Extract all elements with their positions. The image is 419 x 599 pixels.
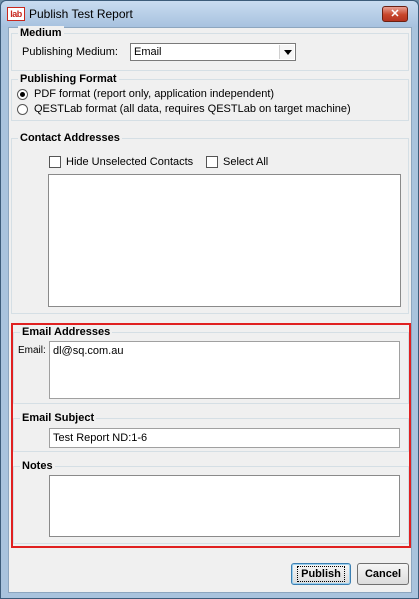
medium-legend: Medium <box>18 26 64 40</box>
publish-button[interactable]: Publish <box>291 563 351 585</box>
pdf-format-radio[interactable] <box>17 89 28 100</box>
dropdown-arrow-icon[interactable] <box>279 45 294 59</box>
close-x-icon: ✕ <box>390 8 400 20</box>
qestlab-format-radio[interactable] <box>17 104 28 115</box>
select-all-checkbox[interactable] <box>206 156 218 168</box>
cancel-button-label: Cancel <box>364 568 402 580</box>
publish-test-report-window: lab Publish Test Report ✕ Medium Publish… <box>0 0 419 599</box>
highlight-annotation-box <box>11 323 411 548</box>
dialog-body: Medium Publishing Medium: Email Publishi… <box>8 26 412 593</box>
publish-button-label: Publish <box>297 566 345 582</box>
publishing-medium-label: Publishing Medium: <box>22 46 118 58</box>
contact-addresses-group: Contact Addresses Hide Unselected Contac… <box>11 131 409 314</box>
publishing-format-group: Publishing Format PDF format (report onl… <box>11 72 409 121</box>
cancel-button[interactable]: Cancel <box>357 563 409 585</box>
contact-addresses-legend: Contact Addresses <box>18 131 122 145</box>
publishing-medium-value: Email <box>134 46 162 58</box>
medium-group: Medium Publishing Medium: Email <box>11 26 409 71</box>
window-title: Publish Test Report <box>29 7 133 21</box>
contacts-list[interactable] <box>48 174 401 307</box>
hide-unselected-checkbox[interactable] <box>49 156 61 168</box>
title-bar[interactable]: lab Publish Test Report ✕ <box>1 1 418 27</box>
pdf-format-label[interactable]: PDF format (report only, application ind… <box>34 88 274 101</box>
publishing-medium-select[interactable]: Email <box>130 43 296 61</box>
select-all-label[interactable]: Select All <box>223 156 268 169</box>
publishing-format-legend: Publishing Format <box>18 72 119 86</box>
qestlab-app-icon: lab <box>7 7 25 21</box>
qestlab-format-label[interactable]: QESTLab format (all data, requires QESTL… <box>34 103 351 116</box>
close-button[interactable]: ✕ <box>382 6 408 22</box>
hide-unselected-label[interactable]: Hide Unselected Contacts <box>66 156 193 169</box>
